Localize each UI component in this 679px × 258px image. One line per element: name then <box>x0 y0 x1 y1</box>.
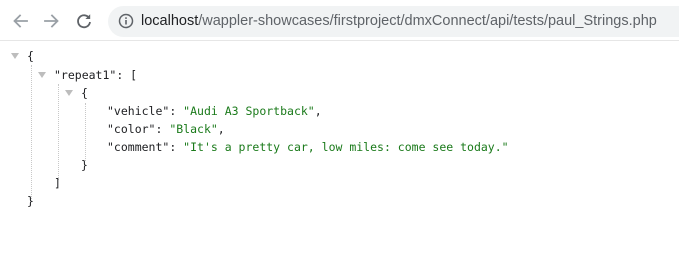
back-button[interactable] <box>9 10 31 32</box>
field-colon: : <box>169 104 184 118</box>
reload-button[interactable] <box>73 10 95 32</box>
arrow-right-icon <box>44 14 59 28</box>
field-colon: : <box>169 140 184 154</box>
item-close-brace: } <box>81 158 88 172</box>
field-color: "color": "Black", <box>107 121 225 137</box>
field-sep: , <box>217 122 225 136</box>
repeat1-close-bracket: ] <box>54 176 61 190</box>
reload-icon <box>77 14 91 29</box>
repeat1-line: "repeat1": [ <box>54 67 137 83</box>
repeat1-open-bracket: [ <box>130 68 138 82</box>
array-guide-line <box>58 84 59 180</box>
root-open-brace: { <box>27 49 34 63</box>
collapse-item-toggle[interactable] <box>65 90 73 96</box>
field-colon: : <box>155 122 170 136</box>
url-host: localhost <box>141 13 199 29</box>
info-icon[interactable] <box>118 13 134 29</box>
field-key: "color" <box>107 122 156 136</box>
field-key: "comment" <box>107 140 170 154</box>
field-value: "Black" <box>169 122 218 136</box>
forward-button[interactable] <box>41 10 63 32</box>
field-sep: , <box>314 104 322 118</box>
field-key: "vehicle" <box>107 104 170 118</box>
repeat1-colon: : <box>116 68 131 82</box>
field-comment: "comment": "It's a pretty car, low miles… <box>107 139 509 155</box>
item-guide-line <box>85 103 86 161</box>
repeat1-key: "repeat1" <box>54 68 117 82</box>
address-bar[interactable]: localhost/wappler-showcases/firstproject… <box>108 6 679 37</box>
field-vehicle: "vehicle": "Audi A3 Sportback", <box>107 103 322 119</box>
url-path: /wappler-showcases/firstproject/dmxConne… <box>198 13 657 29</box>
arrow-left-icon <box>13 14 28 28</box>
root-close-brace: } <box>27 194 34 208</box>
collapse-root-toggle[interactable] <box>11 53 19 59</box>
root-guide-line <box>31 65 32 199</box>
url-text[interactable]: localhost/wappler-showcases/firstproject… <box>141 13 657 30</box>
field-value: "Audi A3 Sportback" <box>183 104 315 118</box>
item-open-brace: { <box>81 86 88 100</box>
browser-toolbar: localhost/wappler-showcases/firstproject… <box>0 0 679 41</box>
field-value: "It's a pretty car, low miles: come see … <box>183 140 509 154</box>
collapse-repeat1-toggle[interactable] <box>38 72 46 78</box>
